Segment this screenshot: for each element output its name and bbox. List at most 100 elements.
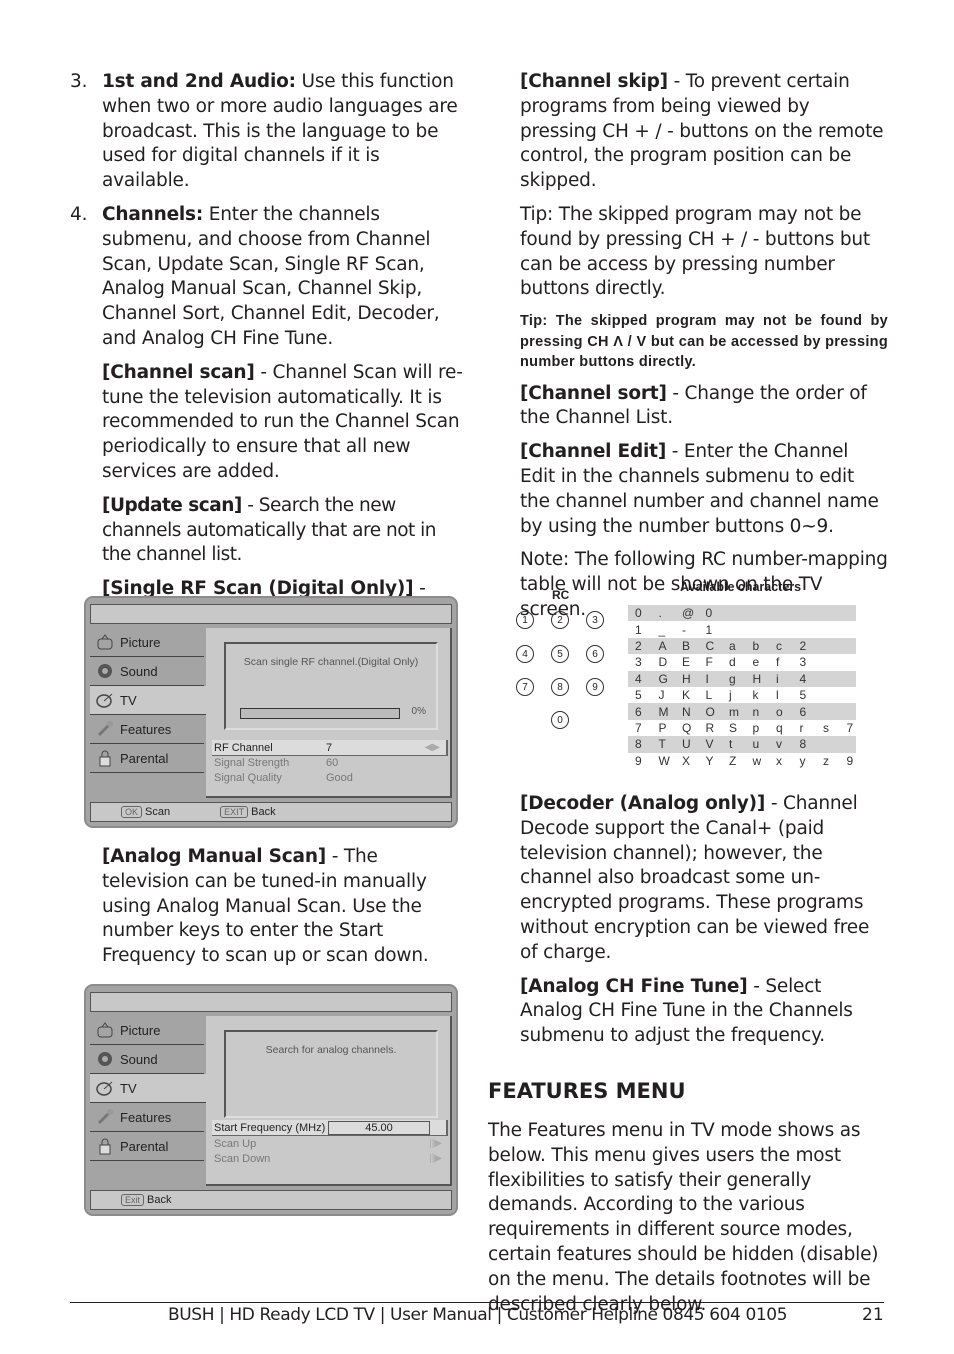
table-row: 1 _ - 1: [628, 621, 856, 637]
table-cell: 2: [635, 638, 642, 653]
tv-menu-analog-manual-scan: Picture Sound TV Features Parental Searc…: [84, 984, 458, 1216]
sidebar-item-picture[interactable]: Picture: [90, 628, 204, 657]
row-start-frequency[interactable]: Start Frequency (MHz) 45.00: [212, 1120, 448, 1136]
table-cell: -: [682, 622, 686, 637]
table-cell: 7: [635, 720, 642, 735]
table-cell: 8: [635, 737, 642, 752]
scan-progress-bar: [240, 708, 400, 719]
footer-divider: [70, 1302, 884, 1303]
menu-title-bar: [90, 992, 452, 1012]
table-cell: R: [705, 720, 715, 735]
analog-manual-block: [Analog Manual Scan] - The television ca…: [70, 845, 470, 969]
table-cell: Q: [682, 720, 692, 735]
table-row: 6 MNOmn o 6: [628, 703, 856, 720]
sidebar-item-tv[interactable]: TV: [90, 1074, 212, 1103]
table-cell: I: [705, 671, 709, 686]
padlock-icon: [96, 1137, 114, 1155]
frequency-input[interactable]: 45.00: [328, 1120, 430, 1135]
left-column: 3. 1st and 2nd Audio: Use this function …: [70, 70, 470, 676]
table-row: 9 WXYZwx y z 9: [628, 753, 856, 769]
table-cell: T: [658, 737, 666, 752]
table-cell: N: [682, 704, 691, 719]
row-rf-channel[interactable]: RF Channel 7 ◀▶: [212, 740, 448, 756]
row-scan-up[interactable]: Scan Up ||▶: [212, 1136, 448, 1151]
row-scan-down[interactable]: Scan Down ||▶: [212, 1151, 448, 1166]
left-right-arrows-icon[interactable]: ◀▶: [425, 742, 440, 753]
page-number: 21: [862, 1305, 884, 1325]
table-cell: 6: [799, 704, 807, 719]
table-cell: 1: [705, 622, 713, 637]
table-cell: 2: [799, 638, 807, 653]
table-cell: j: [729, 688, 732, 703]
table-cell: g: [729, 671, 736, 686]
table-cell: x: [776, 753, 782, 768]
tv-picture-icon: [96, 633, 114, 651]
rc-mapping-table: RC Available characters 1 2 3 4 5 6 7 8 …: [510, 578, 860, 778]
table-cell: X: [682, 753, 691, 768]
table-cell: C: [705, 638, 715, 653]
table-cell: K: [682, 688, 691, 703]
available-characters-title: Available characters: [680, 580, 802, 594]
table-cell: i: [776, 671, 779, 686]
table-cell: 4: [799, 671, 807, 686]
satellite-dish-icon: [96, 691, 114, 709]
table-cell: 3: [635, 655, 642, 670]
right-column: [Channel skip] - To prevent certain prog…: [488, 70, 888, 623]
table-cell: 9: [846, 753, 854, 768]
table-cell: 3: [799, 655, 807, 670]
rc-button-7-icon: 7: [516, 678, 534, 696]
progress-percent: 0%: [411, 706, 426, 717]
table-row: 4GHIgHi4: [628, 670, 856, 687]
menu-sidebar: Picture Sound TV Features Parental: [90, 1016, 212, 1161]
row-signal-quality: Signal Quality Good: [214, 771, 353, 784]
table-cell: 8: [799, 737, 807, 752]
features-menu-heading: FEATURES MENU: [488, 1078, 686, 1103]
table-cell: E: [682, 655, 691, 670]
rc-button-6-icon: 6: [586, 645, 604, 663]
table-cell: 6: [635, 704, 642, 719]
sidebar-item-sound[interactable]: Sound: [90, 1045, 204, 1074]
sidebar-item-picture[interactable]: Picture: [90, 1016, 204, 1045]
channel-edit-paragraph: [Channel Edit] - Enter the Channel Edit …: [520, 441, 879, 537]
menu-footer: Exit Back: [90, 1190, 452, 1210]
item-title: Channels:: [102, 203, 204, 225]
play-arrow-icon: ||▶: [429, 1138, 442, 1149]
row-signal-strength: Signal Strength 60: [214, 756, 339, 769]
channel-sort-paragraph: [Channel sort] - Change the order of the…: [520, 382, 867, 429]
menu-title-bar: [90, 604, 452, 624]
menu-footer: OK Scan EXIT Back: [90, 802, 452, 822]
sidebar-item-parental[interactable]: Parental: [90, 1132, 204, 1161]
rc-button-9-icon: 9: [586, 678, 604, 696]
table-cell: @: [682, 606, 695, 621]
table-cell: n: [752, 704, 760, 719]
table-cell: P: [658, 720, 667, 735]
table-cell: p: [752, 720, 760, 735]
satellite-dish-icon: [96, 1079, 114, 1097]
table-cell: H: [752, 671, 762, 686]
sidebar-item-sound[interactable]: Sound: [90, 657, 204, 686]
table-cell: 0: [635, 606, 642, 621]
features-paragraph: The Features menu in TV mode shows as be…: [488, 1119, 879, 1315]
item-audio: 3. 1st and 2nd Audio: Use this function …: [70, 71, 458, 192]
table-cell: 9: [635, 753, 642, 768]
wrench-icon: [96, 720, 114, 738]
sidebar-item-parental[interactable]: Parental: [90, 744, 204, 773]
table-cell: U: [682, 737, 691, 752]
menu-sidebar: Picture Sound TV Features Parental: [90, 628, 212, 773]
table-cell: e: [752, 655, 760, 670]
rc-button-0-icon: 0: [551, 711, 569, 729]
table-row: 3 DEFd e f 3: [628, 654, 856, 670]
table-cell: W: [658, 753, 670, 768]
exit-key-icon: EXIT: [220, 806, 249, 818]
table-row: 7 PQRSp q r s 7: [628, 720, 856, 736]
table-row: 5 J KLj k l 5: [628, 687, 856, 703]
sidebar-item-features[interactable]: Features: [90, 715, 204, 744]
table-cell: H: [682, 671, 691, 686]
sidebar-item-features[interactable]: Features: [90, 1103, 204, 1132]
table-cell: L: [705, 688, 713, 703]
table-cell: v: [776, 737, 782, 752]
sidebar-item-tv[interactable]: TV: [90, 686, 212, 715]
table-cell: m: [729, 704, 739, 719]
tv-menu-single-rf-scan: Picture Sound TV Features Parental Scan …: [84, 596, 458, 828]
table-cell: w: [752, 753, 762, 768]
